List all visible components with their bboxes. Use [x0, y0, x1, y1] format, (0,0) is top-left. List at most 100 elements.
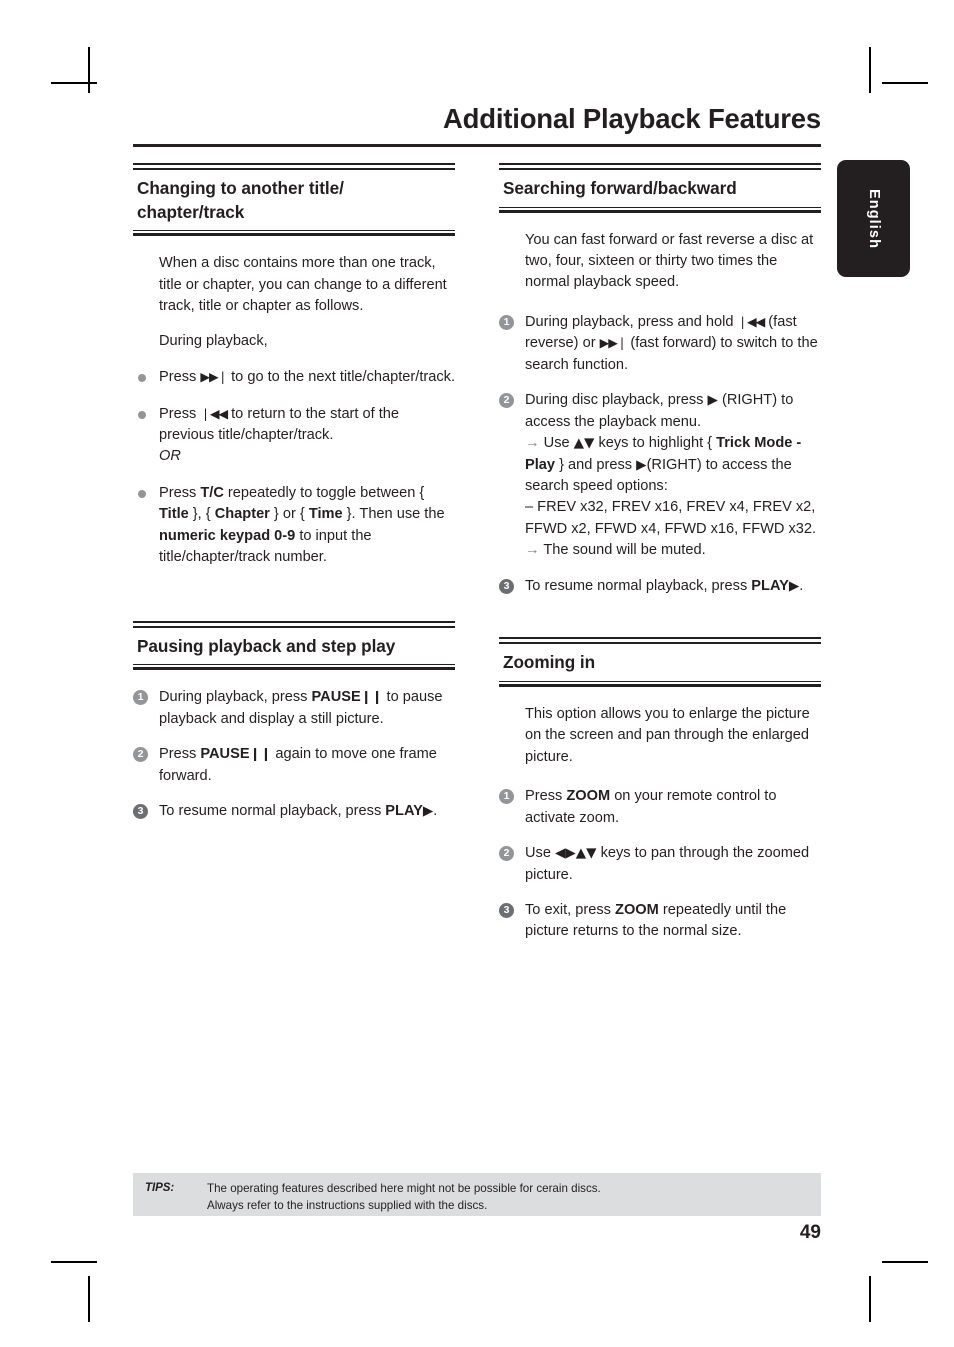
crop-mark-top-left-horizontal — [51, 82, 97, 84]
up-down-keys-icon: ▲▼ — [573, 435, 595, 452]
section-heading: Zooming in — [503, 652, 596, 673]
or-separator: OR — [159, 448, 181, 465]
previous-track-icon: ❘◀◀ — [200, 405, 228, 421]
step-text-pre: Use — [525, 845, 556, 862]
section-rule-top — [499, 637, 821, 645]
bullet-text-mid3: } or { — [269, 506, 309, 523]
next-track-icon: ▶▶❘ — [599, 335, 628, 351]
step-text-pre: To resume normal playback, press — [525, 577, 752, 594]
bullet-dot-icon — [138, 410, 146, 419]
arrow-right-icon: → — [525, 542, 540, 559]
pause-button-label: PAUSE — [311, 689, 361, 706]
step-text-post: . — [799, 577, 804, 594]
crop-mark-bottom-left-vertical — [88, 1276, 90, 1322]
section-zooming-in: Zooming in — [499, 637, 821, 687]
right-column: Searching forward/backward You can fast … — [499, 162, 821, 943]
section-rule-top — [133, 620, 455, 628]
zoom-button-label: ZOOM — [566, 788, 611, 805]
sub-text-pre: Use — [539, 435, 574, 452]
next-track-icon: ▶▶❘ — [200, 369, 228, 385]
play-icon: ▶ — [788, 577, 800, 594]
option-chapter: Chapter — [214, 506, 270, 523]
intro-paragraph: You can fast forward or fast reverse a d… — [525, 231, 814, 291]
numbered-step: 1 During playback, press and hold ❘◀◀ (f… — [499, 312, 821, 376]
numbered-step: 3 To resume normal playback, press PLAY▶… — [133, 801, 455, 822]
tips-line-1: The operating features described here mi… — [207, 1182, 601, 1195]
play-button-label: PLAY — [751, 577, 789, 594]
bullet-text-pre: Press — [159, 405, 201, 422]
option-title: Title — [159, 506, 189, 523]
page-number: 49 — [799, 1222, 821, 1243]
bullet-text-post: to go to the next title/chapter/track. — [227, 369, 456, 386]
page-title: Additional Playback Features — [443, 103, 821, 134]
direction-keys-icon: ◀▶▲▼ — [555, 845, 597, 862]
bullet-text-pre: Press — [159, 369, 201, 386]
numbered-step: 2 During disc playback, press ▶ (RIGHT) … — [499, 390, 821, 562]
step-number: 2 — [133, 747, 148, 763]
section-rule-top — [499, 162, 821, 170]
step-text-pre: During playback, press — [159, 689, 312, 706]
right-arrow-icon: ▶ — [707, 392, 718, 409]
list-item: Press ▶▶❘ to go to the next title/chapte… — [133, 367, 455, 388]
step-text-pre: During playback, press and hold — [525, 313, 738, 330]
step-number: 2 — [499, 846, 514, 862]
intro-paragraph: When a disc contains more than one track… — [159, 255, 447, 315]
left-column: Changing to another title/ chapter/track… — [133, 162, 455, 943]
step-text-pre: To resume normal playback, press — [159, 803, 386, 820]
crop-mark-top-right-vertical — [869, 47, 871, 93]
zoom-button-label: ZOOM — [615, 901, 659, 918]
speed-options-list: – FREV x32, FREV x16, FREV x4, FREV x2, … — [525, 499, 817, 537]
step-number: 3 — [499, 902, 514, 918]
tips-label: TIPS: — [145, 1181, 175, 1194]
pause-button-label: PAUSE — [200, 746, 250, 763]
step-text-pre: During disc playback, press — [525, 392, 708, 409]
numbered-step: 2 Use ◀▶▲▼ keys to pan through the zoome… — [499, 843, 821, 886]
section-rule-top — [133, 162, 455, 170]
tips-text: The operating features described here mi… — [207, 1181, 601, 1215]
crop-mark-bottom-right-horizontal — [882, 1261, 928, 1263]
step-number: 2 — [499, 393, 514, 409]
tc-button-label: T/C — [200, 484, 224, 501]
bullet-text-pre: Press — [159, 484, 201, 501]
step-number: 3 — [499, 578, 514, 594]
bullet-dot-icon — [138, 374, 146, 383]
option-time: Time — [308, 506, 343, 523]
step-text-post: . — [433, 803, 438, 820]
crop-mark-bottom-left-horizontal — [51, 1261, 97, 1263]
bullet-text-mid4: }. Then use the — [342, 506, 445, 523]
language-tab-label: English — [865, 188, 882, 249]
section-heading: Searching forward/backward — [503, 177, 737, 198]
section-searching-forward-backward: Searching forward/backward — [499, 162, 821, 213]
crop-mark-top-left-vertical — [88, 47, 90, 93]
section-heading: Changing to another title/ chapter/track — [137, 177, 344, 222]
step-number: 1 — [499, 314, 514, 330]
play-button-label: PLAY — [385, 803, 423, 820]
section-rule-bottom — [133, 230, 455, 237]
numbered-step: 1 Press ZOOM on your remote control to a… — [499, 786, 821, 829]
step-text-pre: Press — [159, 746, 201, 763]
pause-icon: ❙❙ — [249, 747, 272, 763]
play-icon: ▶ — [422, 803, 434, 820]
title-rule — [133, 143, 821, 147]
bullet-text-mid1: repeatedly to toggle between { — [223, 484, 425, 501]
list-item: Press ❘◀◀ to return to the start of the … — [133, 404, 455, 468]
sub-text-mid1: keys to highlight { — [594, 435, 717, 452]
step-text-pre: To exit, press — [525, 901, 616, 918]
page-content: Additional Playback Features Changing to… — [133, 103, 821, 1265]
tips-bar: TIPS: The operating features described h… — [133, 1173, 821, 1216]
sub-item: → The sound will be muted. — [525, 540, 821, 561]
numbered-step: 3 To exit, press ZOOM repeatedly until t… — [499, 900, 821, 943]
two-column-layout: Changing to another title/ chapter/track… — [133, 162, 821, 943]
list-item: Press T/C repeatedly to toggle between {… — [133, 483, 455, 569]
right-arrow-icon: ▶ — [636, 456, 647, 473]
section-pausing-playback-step-play: Pausing playback and step play — [133, 620, 455, 671]
bullet-dot-icon — [138, 489, 146, 498]
pause-icon: ❙❙ — [360, 690, 383, 706]
crop-mark-top-right-horizontal — [882, 82, 928, 84]
arrow-right-icon: → — [525, 435, 540, 452]
section-rule-bottom — [499, 680, 821, 687]
section-heading: Pausing playback and step play — [137, 635, 396, 656]
tips-line-2: Always refer to the instructions supplie… — [207, 1198, 488, 1212]
